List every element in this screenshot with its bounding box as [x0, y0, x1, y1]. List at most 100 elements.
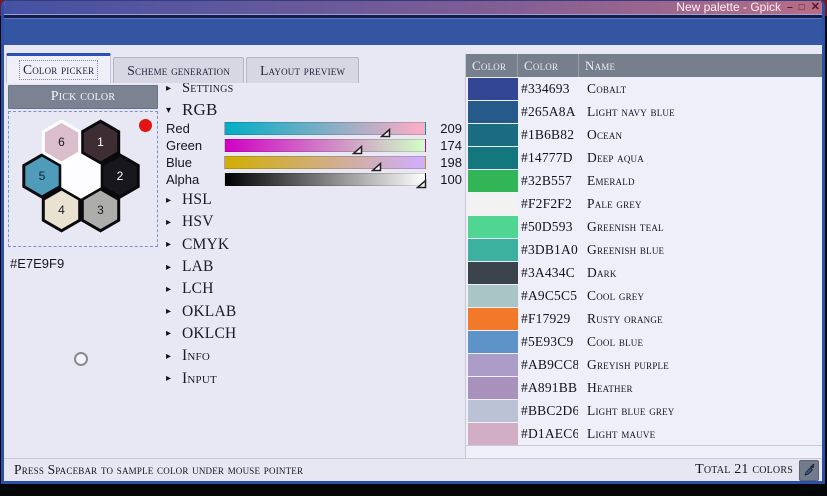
expander-item[interactable]: ▸ OKLAB — [166, 300, 236, 322]
color-swatch[interactable] — [468, 262, 518, 284]
palette-row[interactable]: #5E93C9 Cool blue — [466, 330, 822, 353]
menu-item[interactable] — [113, 30, 137, 34]
eyedropper-button[interactable] — [799, 460, 819, 481]
color-hex-cell: #AB9CC8 — [518, 357, 578, 373]
color-swatch[interactable] — [468, 101, 518, 123]
color-swatch[interactable] — [468, 147, 518, 169]
palette-row[interactable]: #3A434C Dark — [466, 261, 822, 284]
color-swatch[interactable] — [468, 124, 518, 146]
palette-row[interactable]: #1B6B82 Ocean — [466, 123, 822, 146]
chevron-right-icon: ▸ — [166, 262, 174, 273]
color-hex-cell: #265A8A — [518, 104, 578, 120]
expander-item[interactable]: ▸ LAB — [166, 256, 236, 278]
palette-row[interactable]: #265A8A Light navy blue — [466, 100, 822, 123]
slider-track[interactable] — [224, 173, 426, 186]
expander-item[interactable]: ▸ LCH — [166, 278, 236, 300]
window-title: New palette - Gpick — [676, 1, 781, 14]
color-hex-cell: #BBC2D6 — [518, 403, 578, 419]
wheel-hexagon[interactable] — [63, 155, 99, 197]
color-swatch[interactable] — [468, 400, 518, 422]
palette-row[interactable]: #A9C5C5 Cool grey — [466, 284, 822, 307]
color-hex-cell: #D1AEC6 — [518, 426, 578, 442]
slider-marker-icon[interactable] — [416, 176, 427, 186]
maximize-icon[interactable]: □ — [799, 0, 805, 15]
slider-marker-icon[interactable] — [371, 159, 382, 169]
slider-marker-icon[interactable] — [380, 125, 391, 135]
expander-label: CMYK — [182, 236, 229, 254]
menu-item[interactable] — [61, 30, 85, 34]
color-name-cell: Greenish blue — [578, 242, 822, 258]
palette-row[interactable]: #F17929 Rusty orange — [466, 307, 822, 330]
rgb-expander[interactable]: ▾ RGB — [166, 100, 218, 120]
menu-item[interactable] — [35, 30, 59, 34]
expander-item[interactable]: ▸ HSL — [166, 189, 236, 211]
minimize-icon[interactable]: – — [787, 0, 793, 15]
current-hex-value: #E7E9F9 — [8, 256, 158, 271]
color-swatch[interactable] — [468, 193, 518, 215]
chevron-down-icon: ▾ — [166, 105, 174, 116]
color-swatch[interactable] — [468, 354, 518, 376]
color-swatch[interactable] — [468, 239, 518, 261]
expander-item[interactable]: ▸ Info — [166, 345, 236, 367]
slider-label: Alpha — [166, 172, 224, 187]
expander-label: LCH — [182, 280, 214, 298]
palette-row[interactable]: #334693 Cobalt — [466, 77, 822, 100]
expander-item[interactable]: ▸ Input — [166, 367, 236, 389]
tab[interactable]: Color picker — [6, 53, 111, 83]
slider-track[interactable] — [224, 122, 426, 135]
color-swatch[interactable] — [468, 423, 518, 445]
titlebar[interactable]: New palette - Gpick – □ ✕ — [1, 0, 825, 15]
color-name-cell: Pale grey — [578, 196, 822, 212]
color-name-cell: Cool blue — [578, 334, 822, 350]
color-swatch[interactable] — [468, 216, 518, 238]
palette-row[interactable]: #32B557 Emerald — [466, 169, 822, 192]
color-name-cell: Deep aqua — [578, 150, 822, 166]
color-swatch[interactable] — [468, 308, 518, 330]
tab[interactable]: Layout preview — [246, 57, 359, 83]
statusbar: Press Spacebar to sample color under mou… — [4, 458, 822, 481]
expander-item[interactable]: ▸ HSV — [166, 211, 236, 233]
slider-track[interactable] — [224, 139, 426, 152]
color-swatch[interactable] — [468, 377, 518, 399]
secondary-color-radio[interactable] — [74, 352, 88, 366]
color-swatch[interactable] — [468, 170, 518, 192]
slider-row: Alpha 100 — [166, 171, 462, 188]
color-swatch[interactable] — [468, 331, 518, 353]
hexagon-number: 5 — [39, 169, 46, 183]
color-hex-cell: #5E93C9 — [518, 334, 578, 350]
chevron-right-icon: ▸ — [166, 351, 174, 362]
palette-row[interactable]: #BBC2D6 Light blue grey — [466, 399, 822, 422]
palette-row[interactable]: #AB9CC8 Greyish purple — [466, 353, 822, 376]
tab[interactable]: Scheme generation — [113, 57, 244, 83]
slider-marker-icon[interactable] — [352, 142, 363, 152]
tabbar: Color picker Scheme generation Layout pr… — [6, 53, 361, 83]
palette-row[interactable]: #A891BB Heather — [466, 376, 822, 399]
expander-item[interactable]: ▸ OKLCH — [166, 323, 236, 345]
slider-row: Green 174 — [166, 137, 462, 154]
palette-row[interactable]: #14777D Deep aqua — [466, 146, 822, 169]
color-name-cell: Emerald — [578, 173, 822, 189]
hexagon-color-wheel[interactable]: 123456 — [9, 112, 155, 245]
column-header-name[interactable]: Name — [579, 54, 822, 77]
menu-item[interactable] — [87, 30, 111, 34]
palette-row[interactable]: #D1AEC6 Light mauve — [466, 422, 822, 445]
slider-track[interactable] — [224, 156, 426, 169]
color-name-cell: Greenish teal — [578, 219, 822, 235]
expander-label: Input — [182, 370, 217, 388]
column-header-color-swatch[interactable]: Color — [466, 54, 518, 77]
column-header-color-hex[interactable]: Color — [518, 54, 579, 77]
color-wheel-area[interactable]: 123456 — [8, 111, 158, 247]
palette-row[interactable]: #50D593 Greenish teal — [466, 215, 822, 238]
palette-row[interactable]: #3DB1A0 Greenish blue — [466, 238, 822, 261]
palette-row[interactable]: #F2F2F2 Pale grey — [466, 192, 822, 215]
color-swatch[interactable] — [468, 285, 518, 307]
chevron-right-icon: ▸ — [166, 239, 174, 250]
chevron-right-icon: ▸ — [166, 83, 174, 94]
color-hex-cell: #F17929 — [518, 311, 578, 327]
slider-label: Green — [166, 138, 224, 153]
expander-item[interactable]: ▸ CMYK — [166, 234, 236, 256]
pick-color-button[interactable]: Pick color — [8, 85, 158, 109]
color-swatch[interactable] — [468, 78, 518, 100]
close-icon[interactable]: ✕ — [811, 0, 820, 15]
menu-item[interactable] — [9, 30, 33, 34]
